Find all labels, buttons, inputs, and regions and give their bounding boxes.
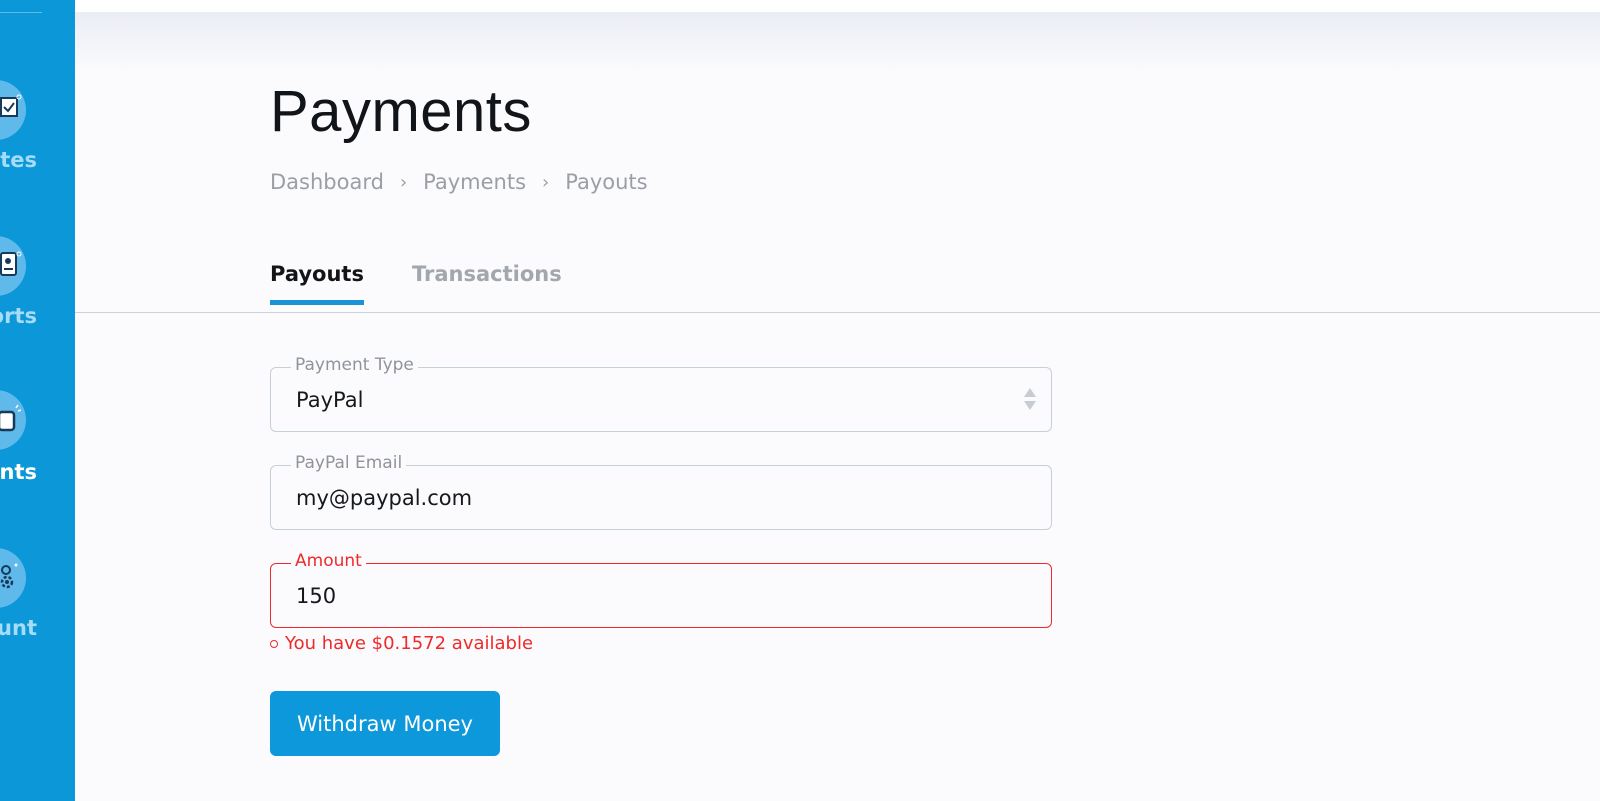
wallet-icon (0, 390, 26, 450)
sidebar-item-label: orts (0, 304, 37, 328)
chevron-right-icon: › (399, 171, 408, 193)
sidebar: ites orts ents (0, 0, 75, 801)
error-bullet-icon (270, 639, 278, 648)
report-document-icon (0, 236, 26, 296)
breadcrumb: Dashboard › Payments › Payouts (270, 170, 648, 194)
paypal-email-field[interactable]: PayPal Email my@paypal.com (270, 453, 1052, 530)
tabs-divider (75, 312, 1600, 313)
sidebar-item-sites[interactable]: ites (0, 72, 75, 212)
amount-label: Amount (291, 551, 366, 571)
sidebar-item-reports[interactable]: orts (0, 228, 75, 368)
sidebar-item-label: ents (0, 460, 37, 484)
tab-payouts[interactable]: Payouts (270, 262, 364, 305)
top-bar (75, 0, 1600, 12)
tab-bar: Payouts Transactions (270, 262, 610, 305)
paypal-email-value: my@paypal.com (296, 486, 473, 510)
sidebar-divider (0, 12, 42, 13)
sidebar-item-payments[interactable]: ents (0, 384, 75, 524)
sidebar-item-label: unt (0, 616, 37, 640)
top-bar-shadow (75, 12, 1600, 72)
breadcrumb-item-payouts: Payouts (565, 170, 648, 194)
paypal-email-label: PayPal Email (291, 453, 407, 473)
amount-error-text: You have $0.1572 available (285, 633, 534, 654)
browser-window-icon (0, 80, 26, 140)
chevron-right-icon: › (542, 171, 550, 193)
sidebar-item-account[interactable]: unt (0, 540, 75, 680)
payment-type-select[interactable]: Payment Type PayPal (270, 355, 1052, 432)
breadcrumb-item-dashboard[interactable]: Dashboard (270, 170, 384, 194)
amount-error-message: You have $0.1572 available (270, 633, 533, 654)
select-arrows-icon (1024, 388, 1036, 410)
payment-type-value: PayPal (296, 388, 364, 412)
user-gear-icon (0, 548, 26, 608)
amount-value: 150 (296, 584, 337, 608)
breadcrumb-item-payments[interactable]: Payments (423, 170, 526, 194)
tab-transactions[interactable]: Transactions (412, 262, 562, 305)
page-title: Payments (270, 79, 532, 144)
amount-field[interactable]: Amount 150 (270, 551, 1052, 628)
withdraw-money-button[interactable]: Withdraw Money (270, 691, 500, 756)
sidebar-item-label: ites (0, 148, 37, 172)
payment-type-label: Payment Type (291, 355, 418, 375)
